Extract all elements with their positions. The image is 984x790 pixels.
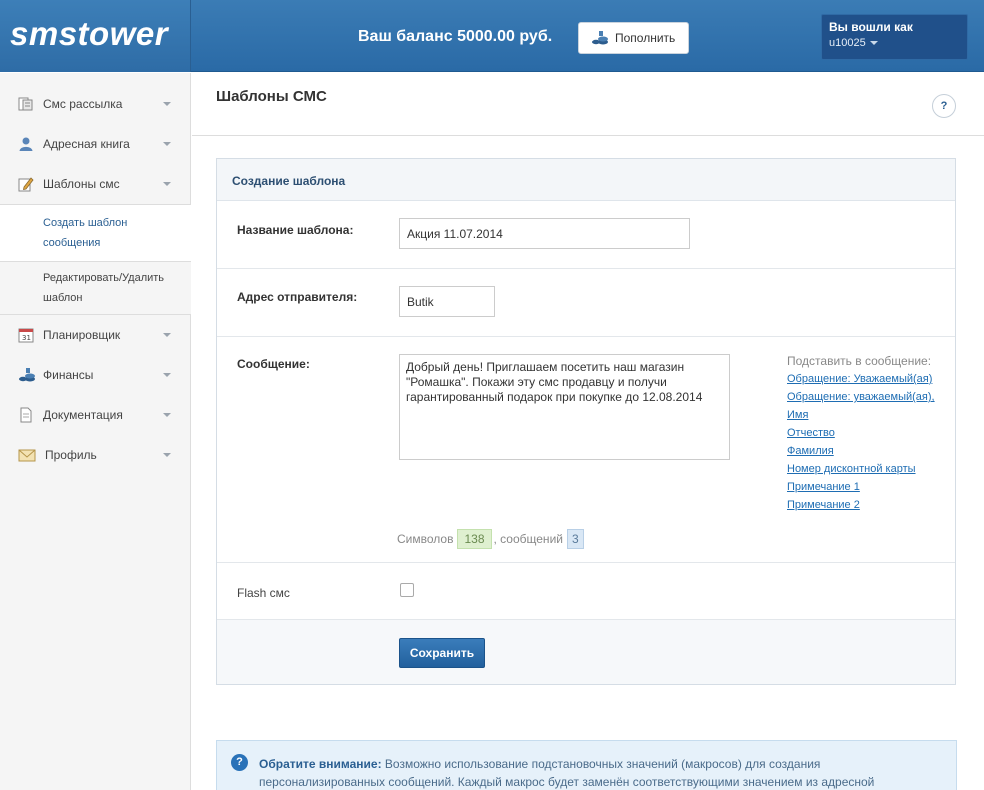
sidebar-subitem-create-template[interactable]: Создать шаблон сообщения xyxy=(0,204,191,262)
chevron-down-icon xyxy=(163,142,171,146)
sidebar-item-label: Финансы xyxy=(43,368,94,382)
topup-label: Пополнить xyxy=(615,31,676,45)
macro-link[interactable]: Отчество xyxy=(787,427,835,439)
chevron-down-icon xyxy=(163,453,171,457)
pencil-note-icon xyxy=(18,176,34,192)
user-title: Вы вошли как xyxy=(829,20,913,34)
notice-bold: Обратите внимание: xyxy=(259,757,382,771)
sidebar-item-addressbook[interactable]: Адресная книга xyxy=(0,124,190,164)
sidebar-item-label: Смс рассылка xyxy=(43,97,123,111)
sender-label: Адрес отправителя: xyxy=(237,290,358,304)
messages-label: , сообщений xyxy=(493,532,563,546)
chevron-down-icon xyxy=(163,102,171,106)
save-button[interactable]: Сохранить xyxy=(399,638,485,668)
sidebar-item-label: Планировщик xyxy=(43,328,121,342)
notice-box: ? Обратите внимание: Возможно использова… xyxy=(216,740,957,790)
user-name-line[interactable]: u10025 xyxy=(829,37,960,49)
sms-list-icon xyxy=(18,96,34,112)
sender-input[interactable] xyxy=(399,286,495,317)
name-label: Название шаблона: xyxy=(237,223,354,237)
user-menu[interactable]: Вы вошли как u10025 xyxy=(821,14,968,60)
template-form-panel: Создание шаблона Название шаблона: Адрес… xyxy=(216,158,956,685)
sidebar: Смс рассылка Адресная книга Шаблоны смс … xyxy=(0,73,191,790)
macro-link[interactable]: Номер дисконтной карты xyxy=(787,463,916,475)
message-textarea[interactable]: Добрый день! Приглашаем посетить наш маг… xyxy=(399,354,730,460)
person-icon xyxy=(18,136,34,152)
notice-text: Обратите внимание: Возможно использовани… xyxy=(259,755,939,790)
chevron-down-icon xyxy=(163,182,171,186)
sidebar-item-label: Шаблоны смс xyxy=(43,177,120,191)
sidebar-item-docs[interactable]: Документация xyxy=(0,395,190,435)
coins-icon xyxy=(591,30,609,46)
sidebar-item-scheduler[interactable]: 31 Планировщик xyxy=(0,315,190,355)
user-name: u10025 xyxy=(829,37,866,49)
question-icon: ? xyxy=(231,754,248,771)
sidebar-item-label: Адресная книга xyxy=(43,137,130,151)
chevron-down-icon xyxy=(869,41,878,46)
help-button[interactable]: ? xyxy=(932,94,956,118)
chevron-down-icon xyxy=(163,373,171,377)
message-label: Сообщение: xyxy=(237,357,310,371)
macro-link[interactable]: Примечание 2 xyxy=(787,499,860,511)
envelope-icon xyxy=(18,447,36,463)
question-icon: ? xyxy=(940,100,948,112)
macro-link[interactable]: Примечание 1 xyxy=(787,481,860,493)
sidebar-item-profile[interactable]: Профиль xyxy=(0,435,190,475)
sidebar-item-label: Документация xyxy=(43,408,123,422)
form-actions: Сохранить xyxy=(217,619,955,684)
message-row: Сообщение: Добрый день! Приглашаем посет… xyxy=(217,337,955,563)
symbols-label: Символов xyxy=(397,532,454,546)
svg-text:31: 31 xyxy=(22,334,31,342)
flash-label: Flash смс xyxy=(237,586,290,600)
symbols-count-badge: 138 xyxy=(457,529,492,549)
topup-button[interactable]: Пополнить xyxy=(578,22,689,54)
balance-text: Ваш баланс 5000.00 руб. xyxy=(358,28,553,45)
name-row: Название шаблона: xyxy=(217,201,955,269)
sender-row: Адрес отправителя: xyxy=(217,269,955,337)
chevron-down-icon xyxy=(163,413,171,417)
top-header: smstower Ваш баланс 5000.00 руб. Пополни… xyxy=(0,0,984,72)
macro-link[interactable]: Обращение: Уважаемый(ая) xyxy=(787,373,932,385)
flash-checkbox[interactable] xyxy=(400,583,414,597)
sidebar-item-sms[interactable]: Смс рассылка xyxy=(0,84,190,124)
page-title: Шаблоны СМС xyxy=(216,88,327,105)
messages-count-badge: 3 xyxy=(566,529,584,549)
sidebar-item-finance[interactable]: Финансы xyxy=(0,355,190,395)
panel-title: Создание шаблона xyxy=(217,159,955,201)
calendar-icon: 31 xyxy=(18,327,34,343)
sidebar-item-label: Профиль xyxy=(45,448,97,462)
macro-link[interactable]: Фамилия xyxy=(787,445,834,457)
sidebar-item-templates[interactable]: Шаблоны смс xyxy=(0,164,190,204)
macro-link[interactable]: Обращение: уважаемый(ая), xyxy=(787,391,935,403)
sidebar-subitem-edit-template[interactable]: Редактировать/Удалить шаблон xyxy=(0,262,191,315)
macro-title: Подставить в сообщение: xyxy=(787,354,932,368)
char-counter: Символов 138 , сообщений 3 xyxy=(397,529,584,549)
logo[interactable]: smstower xyxy=(10,15,168,53)
logo-area: smstower xyxy=(0,0,191,72)
template-name-input[interactable] xyxy=(399,218,690,249)
chevron-down-icon xyxy=(163,333,171,337)
document-icon xyxy=(18,407,34,423)
coins-icon xyxy=(18,367,35,383)
divider xyxy=(192,135,984,136)
macro-link[interactable]: Имя xyxy=(787,409,808,421)
